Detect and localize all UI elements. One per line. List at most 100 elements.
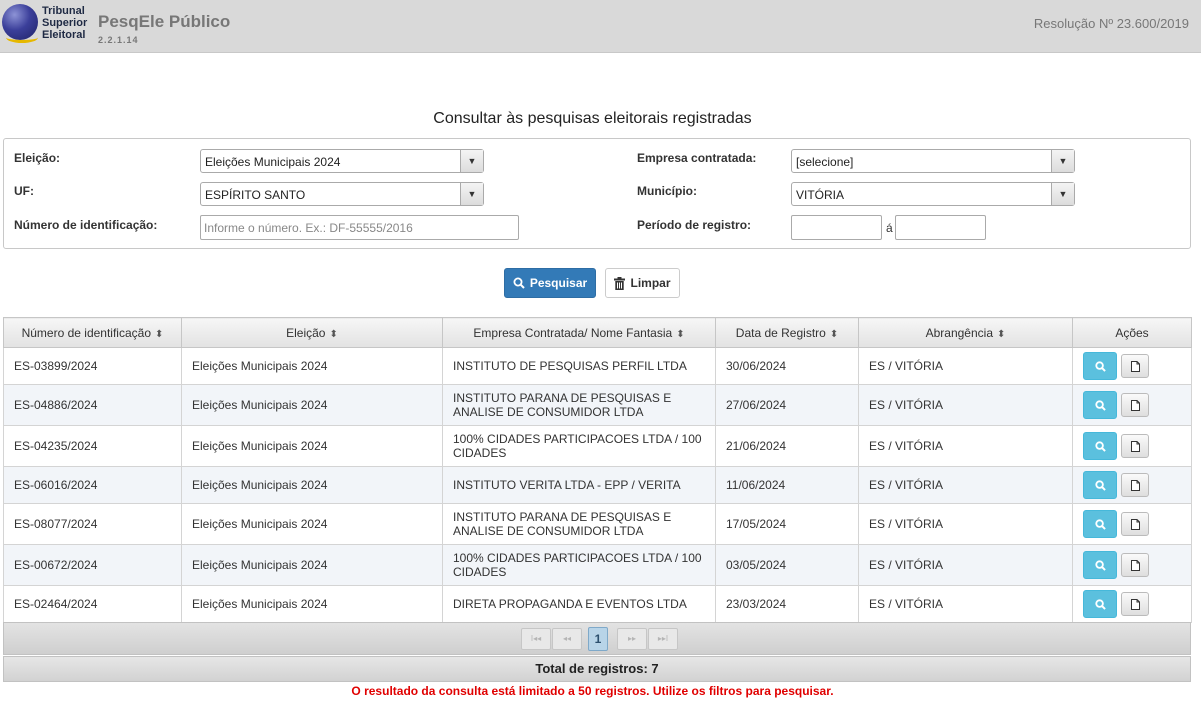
prev-page-button[interactable]: ◂◂ — [552, 628, 582, 650]
table-row: ES-00672/2024 Eleições Municipais 2024 100… — [3, 544, 1192, 586]
cell-actions — [1072, 585, 1192, 623]
col-empresa-header[interactable]: Empresa Contratada/ Nome Fantasia ⬍ — [442, 317, 716, 348]
cell-eleicao: Eleições Municipais 2024 — [181, 544, 443, 586]
document-button[interactable] — [1121, 592, 1149, 616]
cell-data: 21/06/2024 — [715, 425, 859, 467]
row-actions — [1083, 352, 1181, 380]
sort-icon[interactable]: ⬍ — [329, 329, 337, 340]
empresa-label: Empresa contratada: — [637, 151, 757, 165]
cell-abrangencia: ES / VITÓRIA — [858, 466, 1073, 504]
col-data-header[interactable]: Data de Registro ⬍ — [715, 317, 859, 348]
periodo-start-input[interactable] — [791, 215, 882, 240]
search-icon — [513, 277, 525, 289]
document-button[interactable] — [1121, 512, 1149, 536]
clear-button[interactable]: Limpar — [605, 268, 680, 298]
numero-label: Número de identificação: — [14, 218, 158, 232]
document-button[interactable] — [1121, 553, 1149, 577]
cell-data: 23/03/2024 — [715, 585, 859, 623]
cell-numero: ES-00672/2024 — [3, 544, 182, 586]
uf-select[interactable]: ESPÍRITO SANTO ▼ — [200, 182, 484, 206]
next-page-button[interactable]: ▸▸ — [617, 628, 647, 650]
periodo-end-input[interactable] — [895, 215, 986, 240]
sort-icon[interactable]: ⬍ — [155, 329, 163, 340]
cell-empresa: 100% CIDADES PARTICIPACOES LTDA / 100 CI… — [442, 544, 716, 586]
eleicao-select[interactable]: Eleições Municipais 2024 ▼ — [200, 149, 484, 173]
table-row: ES-06016/2024 Eleições Municipais 2024 INS… — [3, 466, 1192, 504]
chevron-down-icon[interactable]: ▼ — [460, 183, 483, 205]
document-button[interactable] — [1121, 393, 1149, 417]
cell-numero: ES-04886/2024 — [3, 384, 182, 426]
document-button[interactable] — [1121, 473, 1149, 497]
search-button[interactable]: Pesquisar — [504, 268, 596, 298]
app-header: Tribunal Superior Eleitoral PesqEle Públ… — [0, 0, 1201, 53]
cell-actions — [1072, 466, 1192, 504]
document-button[interactable] — [1121, 434, 1149, 458]
document-icon — [1130, 559, 1140, 571]
sort-icon[interactable]: ⬍ — [830, 329, 838, 340]
search-icon — [1094, 360, 1106, 372]
chevron-down-icon[interactable]: ▼ — [460, 150, 483, 172]
cell-actions — [1072, 544, 1192, 586]
cell-abrangencia: ES / VITÓRIA — [858, 585, 1073, 623]
cell-empresa: INSTITUTO DE PESQUISAS PERFIL LTDA — [442, 347, 716, 385]
cell-data: 27/06/2024 — [715, 384, 859, 426]
cell-numero: ES-06016/2024 — [3, 466, 182, 504]
view-button[interactable] — [1083, 590, 1117, 618]
empresa-select[interactable]: [selecione] ▼ — [791, 149, 1075, 173]
cell-empresa: DIRETA PROPAGANDA E EVENTOS LTDA — [442, 585, 716, 623]
cell-numero: ES-04235/2024 — [3, 425, 182, 467]
total-records: Total de registros: 7 — [3, 656, 1191, 682]
document-icon — [1130, 479, 1140, 491]
table-row: ES-08077/2024 Eleições Municipais 2024 INS… — [3, 503, 1192, 545]
row-actions — [1083, 590, 1181, 618]
first-page-button[interactable]: I◂◂ — [521, 628, 551, 650]
page-number-button[interactable]: 1 — [588, 627, 608, 651]
row-actions — [1083, 471, 1181, 499]
sort-icon[interactable]: ⬍ — [676, 329, 684, 340]
view-button[interactable] — [1083, 510, 1117, 538]
filter-panel: Eleição: Eleições Municipais 2024 ▼ UF: … — [3, 138, 1191, 249]
search-icon — [1094, 518, 1106, 530]
cell-eleicao: Eleições Municipais 2024 — [181, 347, 443, 385]
trash-icon — [614, 276, 626, 290]
cell-eleicao: Eleições Municipais 2024 — [181, 503, 443, 545]
document-icon — [1130, 399, 1140, 411]
cell-abrangencia: ES / VITÓRIA — [858, 544, 1073, 586]
table-row: ES-03899/2024 Eleições Municipais 2024 INS… — [3, 347, 1192, 385]
cell-actions — [1072, 425, 1192, 467]
cell-actions — [1072, 503, 1192, 545]
row-actions — [1083, 391, 1181, 419]
periodo-label: Período de registro: — [637, 218, 752, 232]
cell-actions — [1072, 384, 1192, 426]
table-row: ES-04886/2024 Eleições Municipais 2024 INS… — [3, 384, 1192, 426]
view-button[interactable] — [1083, 391, 1117, 419]
chevron-down-icon[interactable]: ▼ — [1051, 150, 1074, 172]
cell-data: 30/06/2024 — [715, 347, 859, 385]
app-title: PesqEle Público — [98, 12, 231, 31]
cell-abrangencia: ES / VITÓRIA — [858, 347, 1073, 385]
view-button[interactable] — [1083, 471, 1117, 499]
col-numero-header[interactable]: Número de identificação ⬍ — [3, 317, 182, 348]
results-table: Número de identificação ⬍ Eleição ⬍ Empres… — [3, 317, 1192, 623]
row-actions — [1083, 510, 1181, 538]
cell-empresa: INSTITUTO PARANA DE PESQUISAS E ANALISE … — [442, 384, 716, 426]
cell-data: 03/05/2024 — [715, 544, 859, 586]
chevron-down-icon[interactable]: ▼ — [1051, 183, 1074, 205]
search-icon — [1094, 440, 1106, 452]
app-version: 2.2.1.14 — [98, 35, 139, 45]
document-icon — [1130, 440, 1140, 452]
view-button[interactable] — [1083, 551, 1117, 579]
sort-icon[interactable]: ⬍ — [997, 329, 1005, 340]
cell-empresa: INSTITUTO PARANA DE PESQUISAS E ANALISE … — [442, 503, 716, 545]
cell-numero: ES-03899/2024 — [3, 347, 182, 385]
last-page-button[interactable]: ▸▸I — [648, 628, 678, 650]
col-abrangencia-header[interactable]: Abrangência ⬍ — [858, 317, 1073, 348]
col-eleicao-header[interactable]: Eleição ⬍ — [181, 317, 443, 348]
table-row: ES-04235/2024 Eleições Municipais 2024 100… — [3, 425, 1192, 467]
view-button[interactable] — [1083, 352, 1117, 380]
search-icon — [1094, 598, 1106, 610]
municipio-select[interactable]: VITÓRIA ▼ — [791, 182, 1075, 206]
view-button[interactable] — [1083, 432, 1117, 460]
document-button[interactable] — [1121, 354, 1149, 378]
numero-input[interactable] — [200, 215, 519, 240]
